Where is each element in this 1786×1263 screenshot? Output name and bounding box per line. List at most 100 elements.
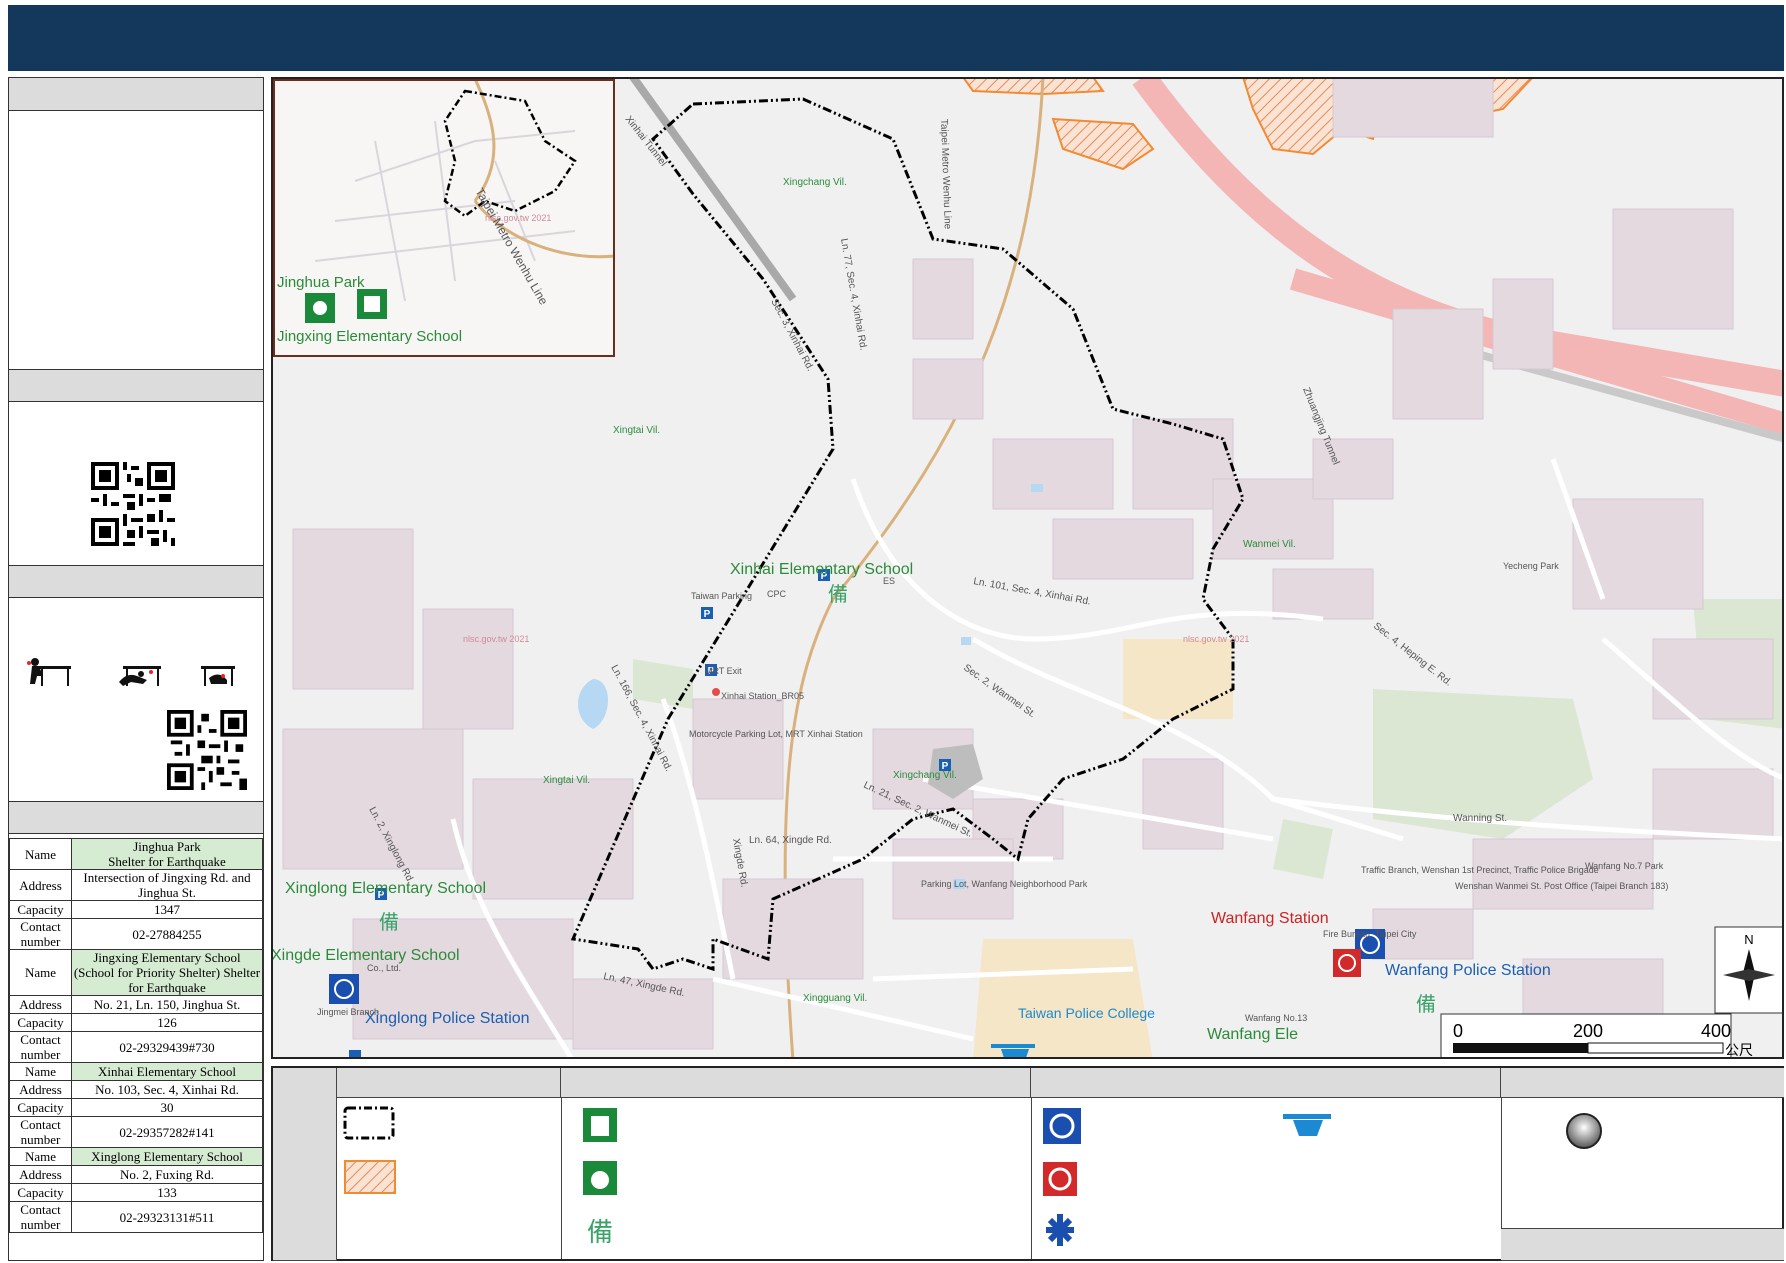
- village-label: Xingchang Vil.: [783, 177, 847, 188]
- info-key: Name: [9, 1062, 72, 1081]
- parking-icon[interactable]: [349, 1050, 361, 1059]
- school-ground: [1123, 639, 1233, 719]
- info-key: Address: [9, 1080, 72, 1099]
- mrt-station-icon[interactable]: [712, 688, 720, 696]
- info-key: Contact number: [9, 1201, 72, 1233]
- poi-label: Wanfang No.13: [1245, 1013, 1307, 1023]
- fire-station-icon[interactable]: [1333, 949, 1361, 977]
- legend-symbol-other: [1566, 1113, 1602, 1149]
- legend-header: [561, 1068, 1031, 1098]
- svg-text:公尺: 公尺: [1725, 1042, 1753, 1058]
- poi-label: ES: [883, 576, 895, 586]
- info-row: Name Jinghua Park Shelter for Earthquake: [9, 838, 263, 870]
- scale-bar: 0 200 400 公尺: [1440, 1013, 1753, 1058]
- legend-side-header: [273, 1068, 337, 1261]
- info-row: Contact number 02-27884255: [9, 918, 263, 950]
- main-map[interactable]: P P P P P 備 備 備 Xinhai Elementary School…: [271, 77, 1784, 1059]
- shelter-icon[interactable]: [305, 293, 335, 323]
- watermark-label: nlsc.gov.tw 2021: [1183, 634, 1249, 644]
- info-key: Contact number: [9, 1116, 72, 1148]
- poi-label: Wanfang No.7 Park: [1585, 861, 1664, 871]
- info-key: Capacity: [9, 900, 72, 919]
- svg-text:200: 200: [1573, 1021, 1603, 1041]
- info-key: Address: [9, 995, 72, 1014]
- info-key: Address: [9, 869, 72, 901]
- north-arrow-icon: N: [1714, 926, 1782, 1014]
- poi-label: Jingmei Branch: [317, 1007, 379, 1017]
- police-college-label: Taiwan Police College: [1018, 1005, 1155, 1021]
- standby-shelter-icon[interactable]: 備: [379, 911, 399, 934]
- info-key: Contact number: [9, 1031, 72, 1063]
- road-label: Ln. 64, Xingde Rd.: [749, 835, 832, 846]
- qr-code-icon[interactable]: [91, 462, 175, 546]
- legend-header: [337, 1068, 561, 1098]
- wanfang-police-label: Wanfang Police Station: [1385, 962, 1551, 979]
- info-key: Address: [9, 1165, 72, 1184]
- police-station-icon[interactable]: [329, 974, 359, 1004]
- parking-icon[interactable]: P: [701, 607, 713, 620]
- poi-label: Fire Bureau, Taipei City: [1323, 929, 1417, 939]
- info-row: Capacity 1347: [9, 900, 263, 919]
- info-value: 02-29329439#730: [71, 1031, 263, 1063]
- info-row: Name Xinhai Elementary School: [9, 1062, 263, 1081]
- poi-label: Parking Lot, Wanfang Neighborhood Park: [921, 879, 1088, 889]
- inset-map[interactable]: nlsc.gov.tw 2021 Taipei Metro Wenhu Line…: [273, 79, 615, 357]
- info-value: 02-27884255: [71, 918, 263, 950]
- poi-label: Motorcycle Parking Lot, MRT Xinhai Stati…: [689, 729, 863, 739]
- standby-shelter-icon[interactable]: 備: [1416, 993, 1436, 1016]
- legend-symbols-boundary: [343, 1106, 396, 1194]
- section-header-2: [9, 369, 263, 402]
- outdoor-shelter-icon: [583, 1161, 617, 1195]
- xinglong-school-label: Xinglong Elementary School: [285, 880, 486, 897]
- xinglong-police-label: Xinglong Police Station: [365, 1010, 530, 1027]
- svg-text:Jingxing Elementary School: Jingxing Elementary School: [277, 328, 462, 345]
- boundary-legend-icon: [343, 1106, 395, 1140]
- legend-header: [1031, 1068, 1501, 1098]
- poi-label: MRT Exit: [705, 666, 742, 676]
- svg-text:N: N: [1744, 932, 1753, 947]
- standby-shelter-icon[interactable]: 備: [828, 583, 848, 606]
- poi-label: Co., Ltd.: [367, 963, 401, 973]
- info-panel: Name Jinghua Park Shelter for Earthquake A…: [8, 77, 264, 1261]
- police-station-icon: [1043, 1108, 1081, 1144]
- section-header-1: [9, 78, 263, 111]
- info-value: 02-29323131#511: [71, 1201, 263, 1233]
- info-value: No. 21, Ln. 150, Jinghua St.: [71, 995, 263, 1014]
- drop-cover-hold-icon: [27, 658, 235, 686]
- info-row: Address No. 21, Ln. 150, Jinghua St.: [9, 995, 263, 1014]
- info-key: Name: [9, 949, 72, 996]
- svg-text:P: P: [704, 609, 711, 620]
- svg-text:Jinghua Park: Jinghua Park: [277, 274, 365, 291]
- legend-header: [1501, 1068, 1784, 1098]
- info-row: Address No. 103, Sec. 4, Xinhai Rd.: [9, 1080, 263, 1099]
- wanfang-el-label: Wanfang Ele: [1207, 1026, 1298, 1043]
- info-value: Xinglong Elementary School: [71, 1147, 263, 1166]
- poi-label: Yecheng Park: [1503, 561, 1559, 571]
- map-legend: 備: [271, 1066, 1784, 1261]
- qr-code-icon-2[interactable]: [167, 710, 247, 790]
- shelter-icon[interactable]: [357, 289, 387, 319]
- hazard-legend-icon: [344, 1160, 396, 1194]
- svg-text:400: 400: [1701, 1021, 1731, 1041]
- legend-symbols-shelter: 備: [583, 1108, 617, 1247]
- info-key: Capacity: [9, 1013, 72, 1032]
- village-label: Xingchang Vil.: [893, 770, 957, 781]
- info-value: No. 103, Sec. 4, Xinhai Rd.: [71, 1080, 263, 1099]
- section-header-3: [9, 565, 263, 598]
- section-header-4: [9, 801, 263, 834]
- indoor-shelter-icon: [583, 1108, 617, 1142]
- poi-label: Taiwan Parking: [691, 591, 752, 601]
- village-label: Xingtai Vil.: [543, 775, 590, 786]
- info-value: No. 2, Fuxing Rd.: [71, 1165, 263, 1184]
- watermark-label: nlsc.gov.tw 2021: [463, 634, 529, 644]
- poi-label: Wenshan Wanmei St. Post Office (Taipei B…: [1455, 881, 1668, 891]
- info-row: Name Xinglong Elementary School: [9, 1147, 263, 1166]
- info-value: 126: [71, 1013, 263, 1032]
- info-row: Capacity 133: [9, 1183, 263, 1202]
- info-key: Contact number: [9, 918, 72, 950]
- standby-shelter-icon: 備: [587, 1217, 613, 1247]
- info-key: Name: [9, 838, 72, 870]
- campus-area: [973, 939, 1153, 1057]
- green-area: [1273, 819, 1333, 879]
- info-row: Address No. 2, Fuxing Rd.: [9, 1165, 263, 1184]
